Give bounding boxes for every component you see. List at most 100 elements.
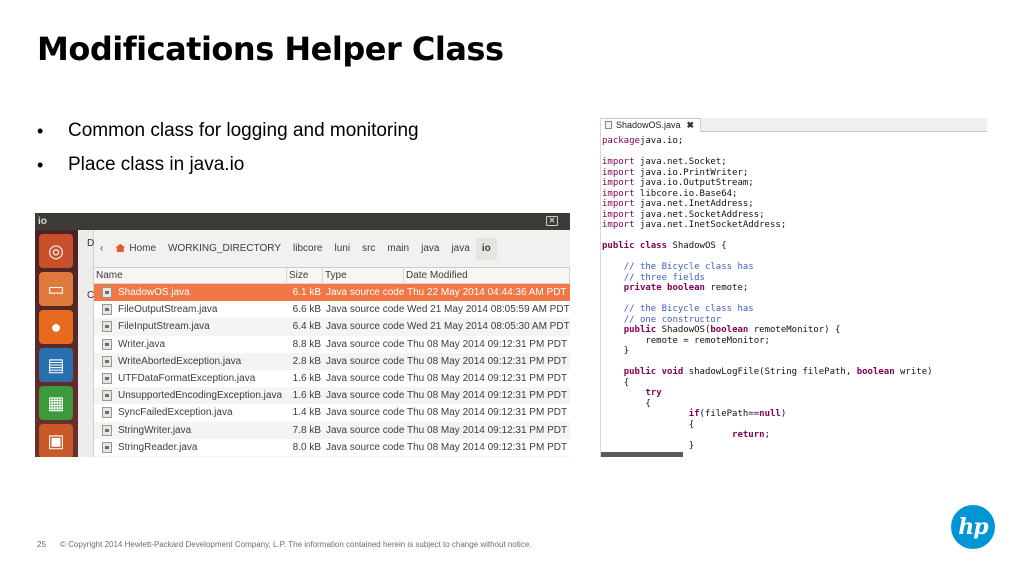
code-token: boolean — [856, 367, 895, 377]
file-date: Thu 08 May 2014 09:12:31 PM PDT — [407, 338, 568, 350]
java-file-icon — [102, 355, 112, 367]
writer-icon[interactable]: ▤ — [39, 348, 73, 382]
code-token: ShadowOS( — [656, 325, 711, 335]
code-line: // one constructor — [602, 315, 987, 326]
bullet-item: • Common class for logging and monitoring — [37, 120, 419, 141]
code-token: java.net.InetAddress; — [634, 199, 754, 209]
file-name: UnsupportedEncodingException.java — [118, 390, 282, 402]
code-token: { — [602, 377, 630, 388]
code-token: import — [602, 167, 635, 178]
breadcrumb: ‹ Home WORKING_DIRECTORY libcore luni sr… — [94, 230, 570, 268]
code-line: if(filePath==null) — [602, 409, 987, 420]
file-size: 1.4 kB — [292, 407, 321, 419]
file-size: 6.6 kB — [292, 304, 321, 316]
close-icon[interactable]: ✖ — [687, 120, 695, 131]
table-row[interactable]: StringReader.java 8.0 kB Java source code T… — [94, 439, 570, 456]
file-date: Thu 22 May 2014 04:44:36 AM PDT — [407, 287, 567, 298]
table-row[interactable]: ShadowOS.java 6.1 kB Java source code Thu 2… — [94, 284, 570, 302]
code-token: try — [645, 388, 662, 398]
impress-icon[interactable]: ▣ — [39, 424, 73, 457]
code-token: import — [602, 199, 635, 209]
code-token: write) — [894, 367, 933, 377]
code-line: { — [602, 420, 987, 431]
column-header-type[interactable]: Type — [323, 268, 404, 283]
breadcrumb-item[interactable]: libcore — [287, 238, 328, 260]
column-header-size[interactable]: Size — [287, 268, 323, 283]
window-titlebar: io ✕ — [35, 213, 570, 230]
file-date: Thu 08 May 2014 09:12:31 PM PDT — [407, 355, 568, 367]
code-token: import — [602, 209, 635, 220]
java-file-icon — [102, 321, 112, 333]
file-date: Thu 08 May 2014 09:12:31 PM PDT — [407, 407, 568, 419]
table-row[interactable]: FileOutputStream.java 6.6 kB Java source c… — [94, 301, 570, 318]
code-line: import java.net.InetAddress; — [602, 199, 987, 210]
breadcrumb-item[interactable]: src — [356, 238, 381, 260]
column-header-name[interactable]: Name — [94, 268, 287, 283]
table-row[interactable]: StringWriter.java 7.8 kB Java source code T… — [94, 421, 570, 439]
code-text[interactable]: packagejava.io; import java.net.Socket; im… — [601, 132, 987, 451]
code-token: shadowLogFile(String filePath, — [683, 367, 857, 377]
code-line: // the Bicycle class has — [602, 304, 987, 315]
page-number: 25 — [37, 540, 46, 549]
table-row[interactable]: SyncFailedException.java 1.4 kB Java sourc… — [94, 404, 570, 421]
breadcrumb-item[interactable]: java — [445, 238, 475, 260]
file-type: Java source code — [326, 407, 405, 419]
code-line: private boolean remote; — [602, 283, 987, 294]
code-token: // the Bicycle class has — [623, 304, 754, 314]
java-file-icon — [102, 390, 112, 402]
code-line: import java.io.OutputStream; — [602, 178, 987, 189]
java-file-icon — [102, 407, 112, 419]
breadcrumb-current[interactable]: io — [475, 237, 497, 260]
slide-title: Modifications Helper Class — [37, 30, 504, 68]
file-name: Writer.java — [118, 338, 166, 350]
editor-tabbar: ShadowOS.java ✖ — [601, 118, 987, 132]
ubuntu-dash-icon[interactable]: ◎ — [39, 234, 73, 268]
code-token: java.net.Socket; — [634, 157, 727, 167]
close-icon[interactable]: ✕ — [546, 216, 558, 226]
code-token: boolean — [710, 325, 749, 335]
file-name: UTFDataFormatException.java — [118, 373, 256, 385]
code-line: try — [602, 388, 987, 399]
breadcrumb-item[interactable]: WORKING_DIRECTORY — [162, 238, 287, 260]
breadcrumb-item[interactable]: java — [415, 238, 445, 260]
file-date: Thu 08 May 2014 09:12:31 PM PDT — [407, 372, 568, 384]
code-token: // three fields — [623, 272, 705, 283]
table-row[interactable]: UnsupportedEncodingException.java 1.6 kB J… — [94, 387, 570, 405]
code-token: import — [602, 220, 635, 230]
code-token: return — [732, 430, 765, 440]
code-token: } — [602, 440, 695, 451]
code-token: // one constructor — [623, 314, 722, 325]
code-token: libcore.io.Base64; — [634, 188, 738, 199]
file-rows: ShadowOS.java 6.1 kB Java source code Thu 2… — [94, 284, 570, 457]
breadcrumb-item[interactable]: main — [381, 238, 415, 260]
code-line: remote = remoteMonitor; — [602, 336, 987, 347]
column-header-date[interactable]: Date Modified — [404, 268, 570, 283]
code-token: ShadowOS { — [667, 241, 727, 251]
code-token: package — [602, 136, 640, 146]
back-icon[interactable]: ‹ — [100, 238, 109, 260]
code-token: remote = remoteMonitor; — [602, 335, 770, 346]
file-size: 7.8 kB — [292, 424, 321, 436]
table-row[interactable]: WriteAbortedException.java 2.8 kB Java sou… — [94, 352, 570, 370]
editor-tab[interactable]: ShadowOS.java ✖ — [601, 118, 702, 132]
code-token: java.net.InetSocketAddress; — [634, 220, 787, 230]
file-type: Java source code — [326, 321, 405, 333]
firefox-icon[interactable]: ● — [39, 310, 73, 344]
table-row[interactable]: UTFDataFormatException.java 1.6 kB Java so… — [94, 370, 570, 387]
table-row[interactable]: Writer.java 8.8 kB Java source code Thu 08 … — [94, 336, 570, 353]
file-size: 4.8 kB — [287, 456, 323, 457]
code-token: public void — [623, 367, 684, 377]
table-row[interactable]: FileInputStream.java 6.4 kB Java source co… — [94, 318, 570, 336]
editor-scrollbar[interactable] — [601, 452, 683, 457]
table-row[interactable]: StringBufferInputStream.java 4.8 kBJava s… — [94, 455, 570, 457]
breadcrumb-home[interactable]: Home — [109, 238, 162, 260]
files-icon[interactable]: ▭ — [39, 272, 73, 306]
code-token: // the Bicycle class has — [623, 262, 754, 272]
breadcrumb-item[interactable]: luni — [328, 238, 356, 260]
code-line: import java.net.Socket; — [602, 157, 987, 168]
calc-icon[interactable]: ▦ — [39, 386, 73, 420]
